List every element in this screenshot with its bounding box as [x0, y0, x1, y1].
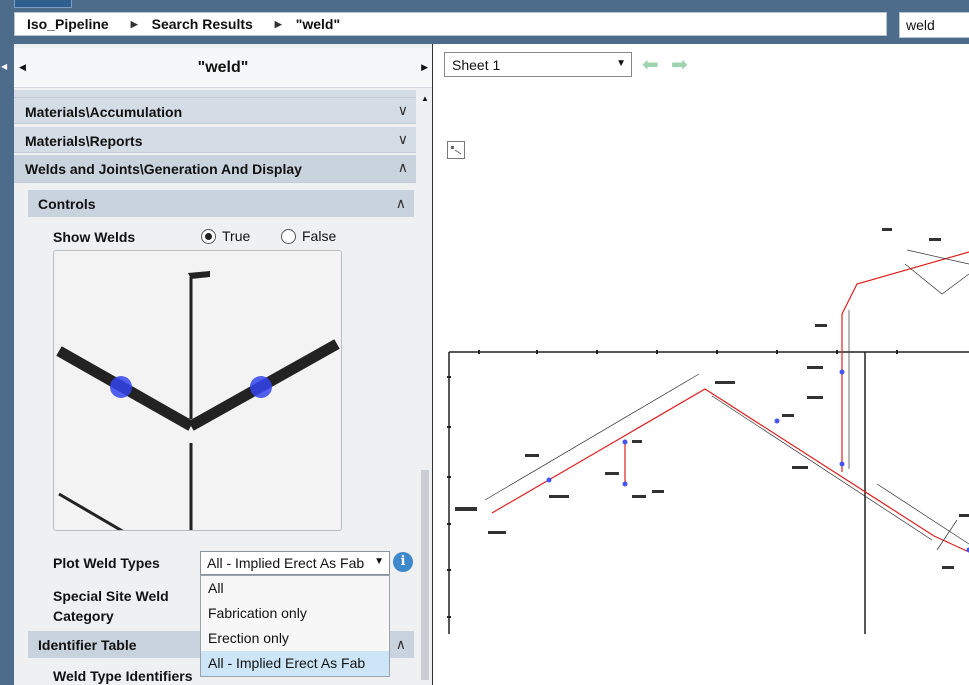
isometric-drawing [447, 228, 969, 634]
show-welds-true-radio[interactable]: True [201, 228, 250, 244]
controls-header[interactable]: Controls ∧ [28, 190, 414, 217]
panel-title: "weld" [197, 59, 249, 76]
scrollbar-thumb[interactable] [421, 470, 429, 680]
breadcrumb-separator-icon: ▶ [130, 18, 138, 29]
weld-marker-left [110, 376, 132, 398]
section-welds-and-joints[interactable]: Welds and Joints\Generation And Display … [14, 155, 416, 183]
breadcrumb-item-iso-pipeline[interactable]: Iso_Pipeline [15, 16, 109, 32]
special-site-weld-label: Special Site Weld [53, 588, 169, 604]
panel-scroll-area: Materials\Accumulation ∨ Materials\Repor… [14, 90, 416, 685]
breadcrumb: Iso_Pipeline ▶ Search Results ▶ "weld" [14, 12, 887, 36]
option-all[interactable]: All [201, 576, 389, 601]
section-label: Welds and Joints\Generation And Display [25, 161, 302, 177]
section-clipped [14, 90, 416, 98]
dropdown-caret-icon: ▼ [616, 58, 626, 69]
controls-title: Controls [38, 196, 96, 212]
info-icon[interactable]: i [393, 552, 413, 572]
chevron-up-icon[interactable]: ∧ [396, 636, 406, 653]
section-materials-accumulation[interactable]: Materials\Accumulation ∨ [14, 98, 416, 124]
show-welds-false-radio[interactable]: False [281, 228, 336, 244]
section-materials-reports[interactable]: Materials\Reports ∨ [14, 127, 416, 153]
breadcrumb-separator-icon: ▶ [274, 18, 282, 29]
weld-type-identifiers-label: Weld Type Identifiers [53, 668, 193, 684]
settings-panel: ◀ "weld" ▶ Materials\Accumulation ∨ Mate… [14, 44, 432, 685]
panel-header: ◀ "weld" ▶ [14, 48, 432, 88]
plot-weld-types-dropdown: All Fabrication only Erection only All -… [200, 575, 390, 677]
weld-marker-right [250, 376, 272, 398]
radio-unselected-icon [281, 228, 296, 244]
plot-weld-types-select[interactable]: All - Implied Erect As Fab ▼ [200, 551, 390, 575]
radio-selected-icon [201, 228, 216, 244]
special-site-weld-label-2: Category [53, 608, 114, 624]
search-input[interactable]: weld [899, 12, 969, 38]
option-all-implied-erect-as-fab[interactable]: All - Implied Erect As Fab [201, 651, 389, 676]
drawing-viewer: Sheet 1 ▼ ⬅ ➡ [437, 44, 969, 685]
dropdown-caret-icon: ▼ [374, 556, 384, 567]
chevron-down-icon[interactable]: ∨ [398, 102, 408, 119]
panel-scrollbar[interactable]: ▲ [418, 90, 432, 685]
panel-next-icon[interactable]: ▶ [421, 62, 428, 73]
left-edge-strip: ◀ [0, 44, 14, 685]
back-arrow-icon[interactable]: ⬅ [642, 55, 659, 75]
weld-preview-drawing [56, 271, 340, 530]
breadcrumb-item-weld[interactable]: "weld" [296, 16, 340, 32]
chevron-up-icon[interactable]: ∧ [396, 195, 406, 212]
app-logo [14, 0, 72, 8]
collapse-arrow-icon[interactable]: ◀ [1, 62, 7, 71]
forward-arrow-icon[interactable]: ➡ [671, 55, 688, 75]
section-label: Materials\Accumulation [25, 104, 183, 120]
identifier-table-title: Identifier Table [38, 637, 137, 653]
chevron-down-icon[interactable]: ∨ [398, 131, 408, 148]
weld-preview-image [53, 250, 342, 531]
option-erection-only[interactable]: Erection only [201, 626, 389, 651]
image-placeholder-icon [447, 141, 465, 159]
show-welds-label: Show Welds [53, 229, 136, 245]
option-fabrication-only[interactable]: Fabrication only [201, 601, 389, 626]
sheet-select[interactable]: Sheet 1 ▼ [444, 52, 632, 77]
plot-weld-types-label: Plot Weld Types [53, 555, 160, 571]
scroll-up-icon[interactable]: ▲ [421, 94, 429, 103]
breadcrumb-item-search-results[interactable]: Search Results [152, 16, 253, 32]
section-label: Materials\Reports [25, 133, 143, 149]
chevron-up-icon[interactable]: ∧ [398, 159, 408, 176]
